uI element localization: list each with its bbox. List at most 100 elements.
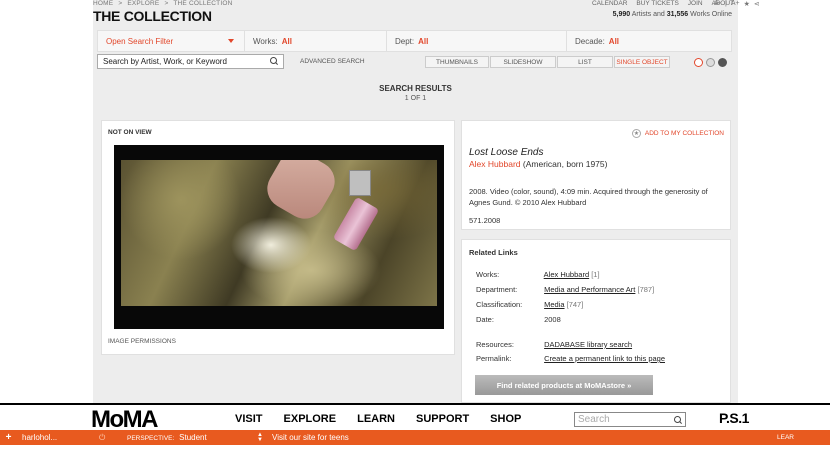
decade-filter-value: All xyxy=(608,36,620,46)
single-object-view-button[interactable]: SINGLE OBJECT xyxy=(614,56,670,68)
page: HOME > EXPLORE > THE COLLECTION THE COLL… xyxy=(0,0,830,450)
dept-filter-value: All xyxy=(418,36,429,46)
thumbnails-view-button[interactable]: THUMBNAILS xyxy=(425,56,489,68)
works-filter-value: All xyxy=(281,36,292,46)
results-paging: 1 OF 1 xyxy=(404,95,427,102)
share-icon[interactable]: ⋖ xyxy=(754,0,760,8)
visit-teens-link[interactable]: Visit our site for teens xyxy=(267,433,777,442)
related-row-resources: Resources: DADABASE library search xyxy=(476,340,632,349)
results-heading: SEARCH RESULTS xyxy=(379,84,452,93)
view-switcher: THUMBNAILS SLIDESHOW LIST SINGLE OBJECT xyxy=(425,56,671,68)
open-search-filter-label: Open Search Filter xyxy=(106,36,174,46)
related-works-link[interactable]: Alex Hubbard xyxy=(544,270,589,279)
footer-nav: VISIT EXPLORE LEARN SUPPORT SHOP xyxy=(235,413,542,425)
search-icon[interactable] xyxy=(674,415,682,424)
power-icon[interactable]: ⏻ xyxy=(99,433,113,443)
font-larger-button[interactable]: A+ xyxy=(731,0,740,8)
perspective-selector[interactable]: PERSPECTIVE: Student xyxy=(113,433,253,442)
breadcrumb-home[interactable]: HOME xyxy=(93,0,113,7)
learn-link[interactable]: LEAR xyxy=(777,434,794,441)
star-icon[interactable]: ★ xyxy=(744,0,750,8)
font-separator: | xyxy=(725,0,727,7)
breadcrumb-separator: > xyxy=(118,0,123,7)
image-permissions-link[interactable]: IMAGE PERMISSIONS xyxy=(108,338,176,345)
add-to-collection-label: ADD TO MY COLLECTION xyxy=(644,130,724,137)
related-row-works: Works: Alex Hubbard [1] xyxy=(476,270,600,279)
related-classification-link[interactable]: Media xyxy=(544,300,564,309)
nav-visit[interactable]: VISIT xyxy=(235,413,263,425)
ps1-logo[interactable]: P.S.1 xyxy=(719,410,749,426)
works-filter-label: Works: xyxy=(253,36,278,46)
username[interactable]: harlohol... xyxy=(17,433,99,442)
related-row-department: Department: Media and Performance Art [7… xyxy=(476,285,654,294)
related-count: [787] xyxy=(637,285,655,294)
momastore-button[interactable]: Find related products at MoMAstore » xyxy=(475,375,653,395)
video-arm-shape xyxy=(260,160,342,226)
accession-number: 571.2008 xyxy=(469,216,501,225)
artwork-info-panel: ★ ADD TO MY COLLECTION Lost Loose Ends A… xyxy=(461,120,731,230)
white-bg-option[interactable] xyxy=(694,58,703,67)
perspective-label: PERSPECTIVE: xyxy=(127,435,175,442)
footer-search-input[interactable]: Search xyxy=(574,412,686,427)
nav-shop[interactable]: SHOP xyxy=(490,413,521,425)
nav-learn[interactable]: LEARN xyxy=(357,413,395,425)
join-link[interactable]: JOIN xyxy=(688,0,703,7)
font-smaller-button[interactable]: A- xyxy=(714,0,721,8)
view-status: NOT ON VIEW xyxy=(108,129,152,136)
artists-label: Artists and xyxy=(631,11,665,18)
advanced-search-link[interactable]: ADVANCED SEARCH xyxy=(300,58,365,65)
decade-filter-label: Decade: xyxy=(575,36,605,46)
page-title: THE COLLECTION xyxy=(93,8,212,24)
plus-icon[interactable]: + xyxy=(0,432,17,443)
breadcrumb: HOME > EXPLORE > THE COLLECTION xyxy=(93,0,236,7)
search-input[interactable]: Search by Artist, Work, or Keyword xyxy=(97,53,284,69)
breadcrumb-explore[interactable]: EXPLORE xyxy=(127,0,159,7)
related-label: Date: xyxy=(476,315,494,324)
related-count: [747] xyxy=(566,300,584,309)
collection-counts: 5,990 Artists and 31,556 Works Online xyxy=(613,11,732,18)
calendar-link[interactable]: CALENDAR xyxy=(592,0,627,7)
buy-tickets-link[interactable]: BUY TICKETS xyxy=(636,0,678,7)
video-tube-shape xyxy=(332,196,380,252)
star-icon: ★ xyxy=(631,129,641,138)
related-links-panel: Related Links Works: Alex Hubbard [1] De… xyxy=(461,239,731,403)
related-date-value: 2008 xyxy=(544,315,561,324)
slideshow-view-button[interactable]: SLIDESHOW xyxy=(490,56,556,68)
footer-search-placeholder: Search xyxy=(578,414,610,425)
related-label: Classification: xyxy=(476,300,523,309)
related-department-link[interactable]: Media and Performance Art xyxy=(544,285,635,294)
related-label: Works: xyxy=(476,270,500,279)
works-label: Works Online xyxy=(690,11,732,18)
bottom-strip xyxy=(0,445,830,450)
left-margin xyxy=(0,0,93,403)
video-machine-shape xyxy=(349,170,371,196)
background-color-options xyxy=(694,58,727,67)
font-controls: A- | A+ ★ ⋖ xyxy=(714,0,760,8)
search-icon[interactable] xyxy=(270,57,278,65)
permalink-link[interactable]: Create a permanent link to this page xyxy=(544,354,665,363)
artist-link[interactable]: Alex Hubbard xyxy=(469,159,521,169)
related-count: [1] xyxy=(591,270,600,279)
works-filter[interactable]: Works: All xyxy=(245,31,387,51)
search-results-header: SEARCH RESULTS 1 OF 1 xyxy=(93,84,738,102)
nav-explore[interactable]: EXPLORE xyxy=(284,413,337,425)
dadabase-link[interactable]: DADABASE library search xyxy=(544,340,632,349)
right-margin xyxy=(738,0,830,403)
gray-bg-option[interactable] xyxy=(706,58,715,67)
nav-support[interactable]: SUPPORT xyxy=(416,413,469,425)
breadcrumb-collection[interactable]: THE COLLECTION xyxy=(173,0,232,7)
dept-filter[interactable]: Dept: All xyxy=(387,31,567,51)
artist-line: Alex Hubbard (American, born 1975) xyxy=(469,159,607,169)
video-player[interactable] xyxy=(114,145,444,329)
open-search-filter-button[interactable]: Open Search Filter xyxy=(98,31,245,51)
decade-filter[interactable]: Decade: All xyxy=(567,31,731,51)
list-view-button[interactable]: LIST xyxy=(557,56,613,68)
related-label: Department: xyxy=(476,285,518,294)
up-down-arrows-icon[interactable]: ▲ ▼ xyxy=(253,432,267,443)
dark-bg-option[interactable] xyxy=(718,58,727,67)
media-panel: NOT ON VIEW IMAGE PERMISSIONS xyxy=(101,120,455,355)
artwork-description: 2008. Video (color, sound), 4:09 min. Ac… xyxy=(469,187,708,207)
add-to-collection-button[interactable]: ★ ADD TO MY COLLECTION xyxy=(631,129,724,138)
related-row-date: Date: 2008 xyxy=(476,315,561,324)
artists-count: 5,990 xyxy=(612,11,631,18)
